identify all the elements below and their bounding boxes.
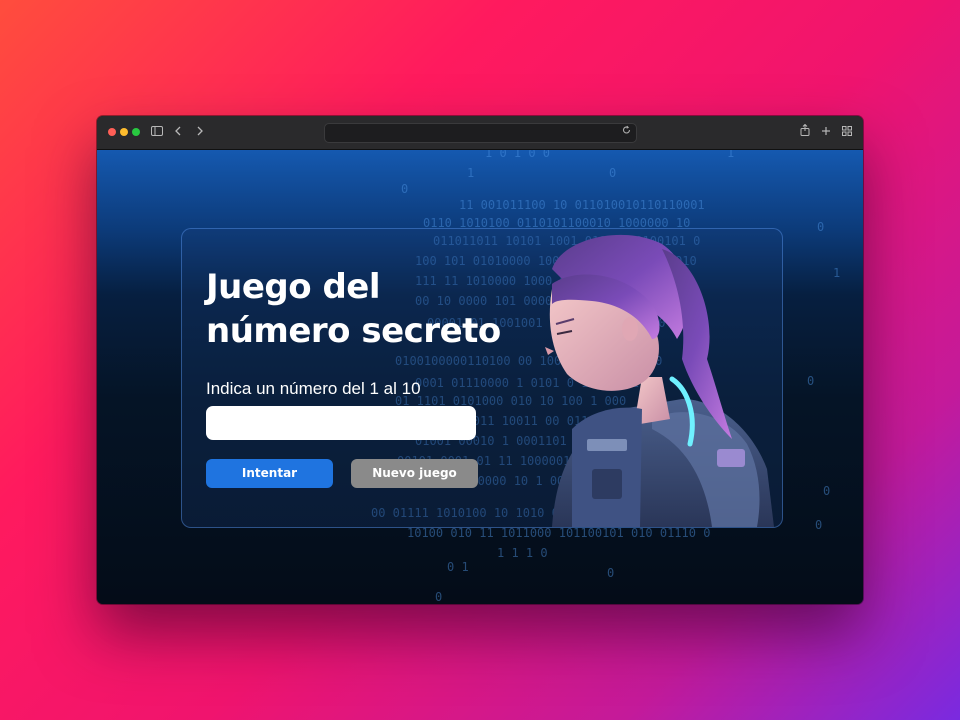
guess-input[interactable] xyxy=(206,406,476,440)
try-button[interactable]: Intentar xyxy=(206,459,333,488)
new-tab-icon[interactable] xyxy=(821,124,831,140)
title-line-2: número secreto xyxy=(206,311,501,351)
sidebar-icon[interactable] xyxy=(151,124,163,140)
address-bar[interactable] xyxy=(324,123,637,143)
forward-icon[interactable] xyxy=(196,124,204,140)
browser-toolbar xyxy=(97,116,863,150)
close-window-button[interactable] xyxy=(108,128,116,136)
astronaut-girl-illustration xyxy=(545,234,774,527)
browser-window: 1 0 1 0 0 1 0 1 0 11 001011100 10 011010… xyxy=(97,116,863,604)
title-line-1: Juego del xyxy=(206,267,381,307)
tabs-overview-icon[interactable] xyxy=(842,124,852,140)
page-title: Juego del número secreto xyxy=(206,265,506,353)
page-content: 1 0 1 0 0 1 0 1 0 11 001011100 10 011010… xyxy=(97,150,863,604)
game-card: Juego del número secreto Indica un númer… xyxy=(181,228,783,528)
maximize-window-button[interactable] xyxy=(132,128,140,136)
prompt-label: Indica un número del 1 al 10 xyxy=(206,379,421,398)
new-game-button[interactable]: Nuevo juego xyxy=(351,459,478,488)
minimize-window-button[interactable] xyxy=(120,128,128,136)
share-icon[interactable] xyxy=(800,123,810,140)
back-icon[interactable] xyxy=(174,124,182,140)
reload-icon[interactable] xyxy=(622,125,631,138)
